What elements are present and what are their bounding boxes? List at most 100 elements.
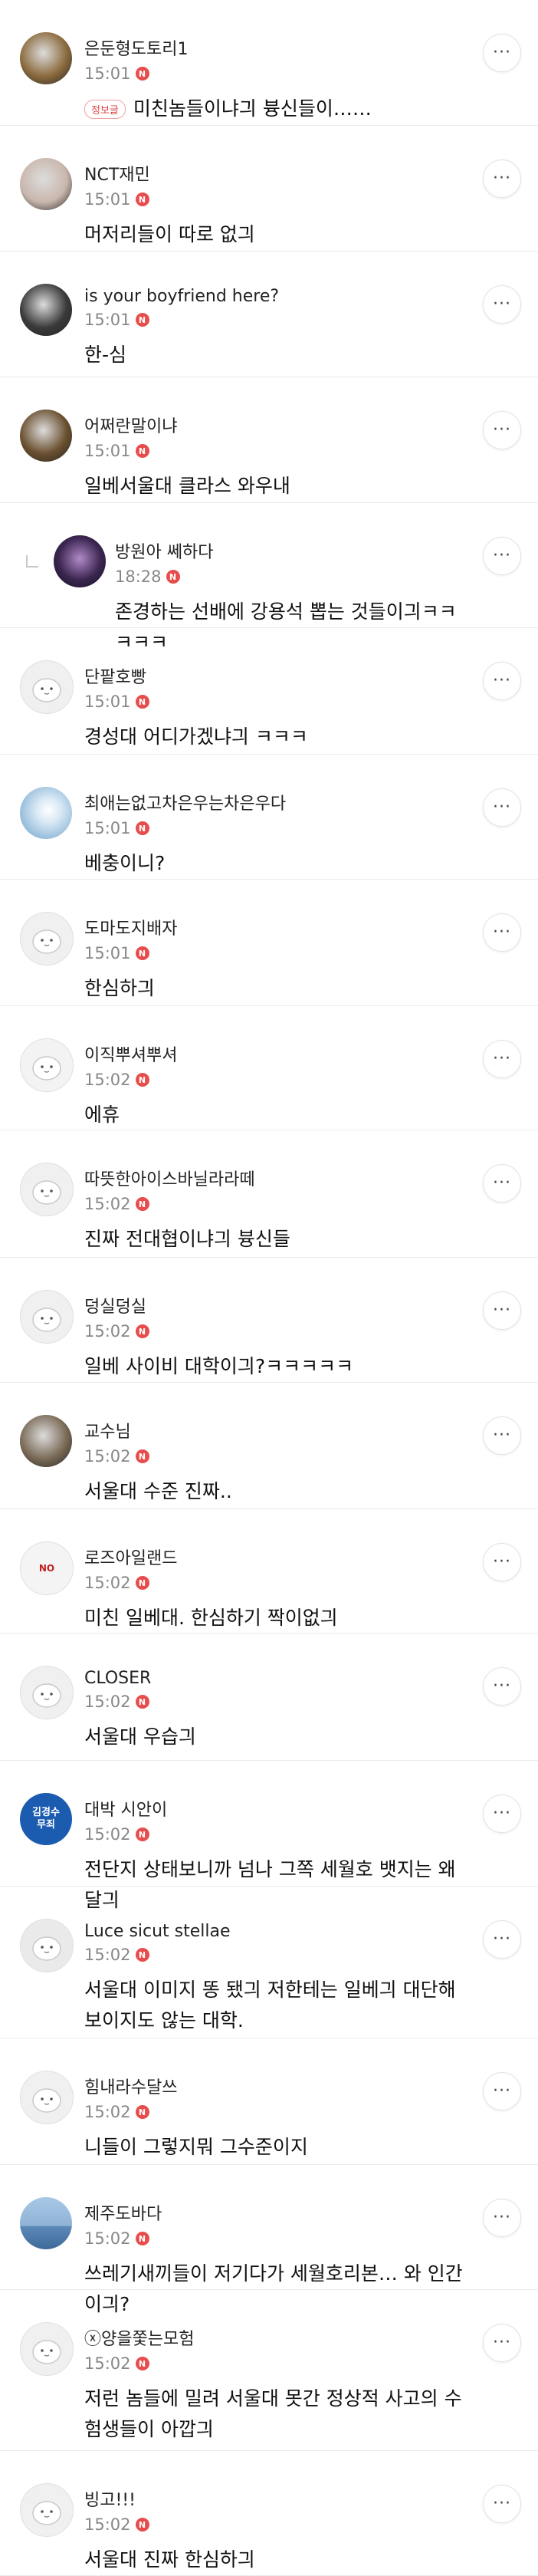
avatar[interactable] <box>20 1919 74 1972</box>
nickname[interactable]: 로즈아일랜드 <box>84 1545 469 1569</box>
comment: 교수님 15:02 N 서울대 수준 진짜.. ··· <box>0 1383 538 1509</box>
timestamp: 15:02 <box>84 1071 131 1089</box>
avatar[interactable] <box>20 660 74 714</box>
more-options-button[interactable]: ··· <box>483 1040 521 1078</box>
more-options-button[interactable]: ··· <box>483 537 521 575</box>
more-options-button[interactable]: ··· <box>483 2199 521 2237</box>
new-badge-icon: N <box>135 2232 149 2245</box>
more-options-button[interactable]: ··· <box>483 1291 521 1330</box>
more-options-button[interactable]: ··· <box>483 1795 521 1833</box>
nickname[interactable]: ⓧ양을쫓는모험 <box>84 2325 469 2350</box>
nickname[interactable]: 은둔형도토리1 <box>84 35 469 60</box>
comment-body: 한심하긔 <box>84 977 156 999</box>
more-options-button[interactable]: ··· <box>483 1920 521 1959</box>
more-dots-icon: ··· <box>493 1552 511 1571</box>
more-options-button[interactable]: ··· <box>483 2485 521 2523</box>
avatar[interactable] <box>20 2197 72 2249</box>
avatar[interactable] <box>20 912 74 966</box>
avatar[interactable] <box>20 787 72 839</box>
nickname[interactable]: 제주도바다 <box>84 2200 469 2225</box>
timestamp: 15:02 <box>84 2515 131 2534</box>
comment: Luce sicut stellae 15:02 N 서울대 이미지 똥 됐긔 저한테… <box>0 1887 538 2038</box>
comment-body-row: 서울대 우습긔 <box>84 1722 469 1752</box>
new-badge-icon: N <box>135 1576 149 1590</box>
more-options-button[interactable]: ··· <box>483 1667 521 1706</box>
avatar[interactable] <box>20 158 72 210</box>
timestamp: 15:01 <box>84 819 131 837</box>
avatar[interactable] <box>20 1163 74 1216</box>
nickname[interactable]: 힘내라수달쓰 <box>84 2074 469 2098</box>
new-badge-icon: N <box>135 1197 149 1211</box>
comment: 최애는없고차은우는차은우다 15:01 N 베충이니? ··· <box>0 755 538 880</box>
comment-body: 일베 사이비 대학이긔?ㅋㅋㅋㅋㅋ <box>84 1355 354 1377</box>
comment-meta: 15:01 N <box>84 693 469 711</box>
avatar[interactable] <box>20 1290 74 1344</box>
comment-body: 저런 놈들에 밀려 서울대 못간 정상적 사고의 수험생들이 아깝긔 <box>84 2387 462 2440</box>
new-badge-icon: N <box>135 2105 149 2119</box>
avatar[interactable] <box>20 410 72 462</box>
avatar[interactable] <box>20 1666 74 1719</box>
nickname[interactable]: 덩실덩실 <box>84 1293 469 1318</box>
avatar[interactable] <box>54 535 106 587</box>
comment: NCT재민 15:01 N 머저리들이 따로 없긔 ··· <box>0 126 538 252</box>
more-dots-icon: ··· <box>493 169 511 188</box>
comment: 김경수 무죄 대박 시안이 15:02 N 전단지 상태보니까 넘나 그쪽 세월호 뱃지… <box>0 1761 538 1911</box>
more-options-button[interactable]: ··· <box>483 1416 521 1455</box>
nickname[interactable]: 최애는없고차은우는차은우다 <box>84 790 469 814</box>
nickname[interactable]: 방원아 쎄하다 <box>115 538 469 563</box>
more-options-button[interactable]: ··· <box>483 662 521 700</box>
more-dots-icon: ··· <box>493 1049 511 1068</box>
comment-meta: 15:01 N <box>84 944 469 962</box>
more-options-button[interactable]: ··· <box>483 160 521 198</box>
comment-body-row: 베충이니? <box>84 848 469 879</box>
more-options-button[interactable]: ··· <box>483 2072 521 2110</box>
more-options-button[interactable]: ··· <box>483 285 521 324</box>
avatar[interactable] <box>20 2322 74 2376</box>
nickname[interactable]: 단팥호빵 <box>84 663 469 688</box>
comment-meta: 15:02 N <box>84 1447 469 1466</box>
more-options-button[interactable]: ··· <box>483 2324 521 2362</box>
comment-body-row: 서울대 이미지 똥 됐긔 저한테는 일베긔 대단해보이지도 않는 대학. <box>84 1975 469 2036</box>
more-options-button[interactable]: ··· <box>483 913 521 952</box>
comment-meta: 15:02 N <box>84 2354 469 2373</box>
comment-meta: 15:02 N <box>84 2515 469 2534</box>
more-dots-icon: ··· <box>493 2208 511 2227</box>
nickname[interactable]: CLOSER <box>84 1669 469 1688</box>
comment: 따뜻한아이스바닐라라떼 15:02 N 진짜 전대협이냐긔 븅신들 ··· <box>0 1130 538 1258</box>
nickname[interactable]: 빙고!!! <box>84 2486 469 2511</box>
nickname[interactable]: 도마도지배자 <box>84 915 469 939</box>
comment: 은둔형도토리1 15:01 N 정보글 미친놈들이냐긔 븅신들이…… ··· <box>0 0 538 126</box>
more-options-button[interactable]: ··· <box>483 788 521 827</box>
new-badge-icon: N <box>135 1449 149 1463</box>
more-dots-icon: ··· <box>493 43 511 62</box>
avatar[interactable] <box>20 2483 74 2537</box>
nickname[interactable]: 어쩌란말이냐 <box>84 413 469 437</box>
more-options-button[interactable]: ··· <box>483 1543 521 1581</box>
avatar[interactable] <box>20 1415 72 1467</box>
more-options-button[interactable]: ··· <box>483 34 521 72</box>
more-dots-icon: ··· <box>493 1426 511 1445</box>
avatar[interactable] <box>20 284 72 336</box>
avatar[interactable]: 김경수 무죄 <box>20 1793 72 1845</box>
more-options-button[interactable]: ··· <box>483 411 521 449</box>
new-badge-icon: N <box>135 695 149 709</box>
comment-body: 서울대 이미지 똥 됐긔 저한테는 일베긔 대단해보이지도 않는 대학. <box>84 1979 456 2032</box>
nickname[interactable]: 따뜻한아이스바닐라라떼 <box>84 1166 469 1190</box>
nickname[interactable]: 이직뿌셔뿌셔 <box>84 1041 469 1066</box>
nickname[interactable]: 대박 시안이 <box>84 1796 469 1821</box>
more-dots-icon: ··· <box>493 2333 511 2352</box>
avatar[interactable]: NO <box>20 1541 74 1595</box>
avatar[interactable] <box>20 1038 74 1092</box>
nickname[interactable]: is your boyfriend here? <box>84 287 469 306</box>
more-options-button[interactable]: ··· <box>483 1164 521 1202</box>
category-tag: 정보글 <box>84 99 126 119</box>
comment-body-row: 저런 놈들에 밀려 서울대 못간 정상적 사고의 수험생들이 아깝긔 <box>84 2384 469 2445</box>
nickname[interactable]: 교수님 <box>84 1418 469 1443</box>
comment-body-row: 머저리들이 따로 없긔 <box>84 219 469 250</box>
avatar[interactable] <box>20 32 72 84</box>
avatar[interactable] <box>20 2071 74 2124</box>
nickname[interactable]: NCT재민 <box>84 161 469 186</box>
new-badge-icon: N <box>135 1695 149 1709</box>
nickname[interactable]: Luce sicut stellae <box>84 1922 469 1941</box>
timestamp: 15:01 <box>84 311 131 329</box>
